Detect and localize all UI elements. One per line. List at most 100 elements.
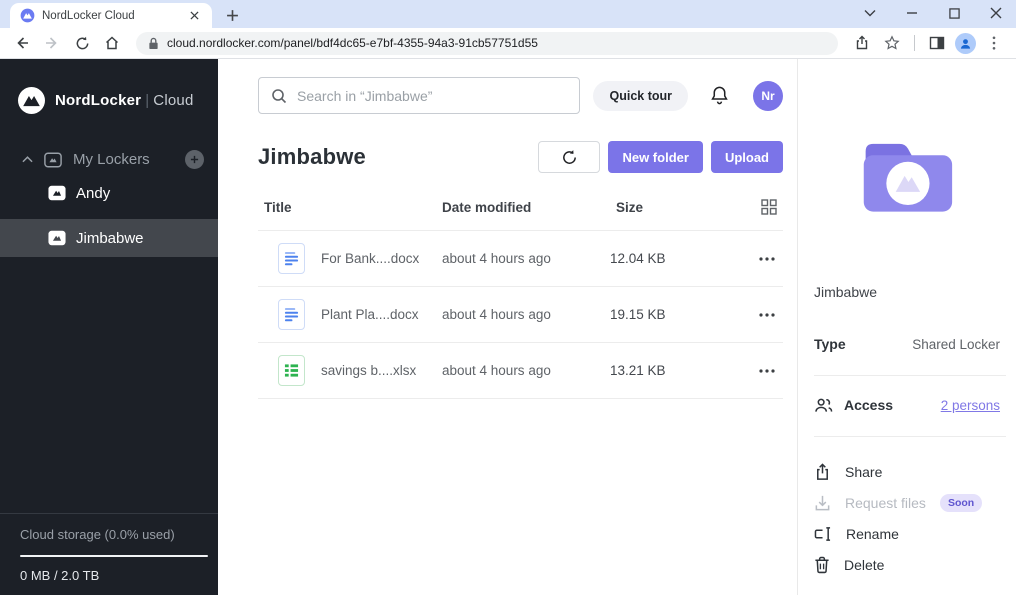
share-action-icon — [814, 462, 831, 481]
chevron-up-icon[interactable] — [22, 156, 33, 163]
search-icon — [271, 88, 287, 104]
row-menu-icon[interactable] — [743, 368, 783, 373]
grid-view-icon[interactable] — [743, 199, 783, 215]
bookmark-star-icon[interactable] — [880, 31, 904, 55]
column-size[interactable]: Size — [610, 200, 743, 215]
search-box[interactable] — [258, 77, 580, 114]
page-title: Jimbabwe — [258, 144, 366, 169]
soon-badge: Soon — [939, 493, 983, 512]
my-lockers-section[interactable]: My Lockers — [22, 150, 204, 169]
type-label: Type — [814, 336, 846, 352]
browser-tabstrip: NordLocker Cloud — [0, 0, 1016, 28]
upload-button[interactable]: Upload — [710, 141, 783, 173]
main-header: Quick tour Nr — [258, 77, 783, 114]
file-date: about 4 hours ago — [442, 307, 551, 322]
browser-window: NordLocker Cloud cloud.nordlocker.com/pa… — [0, 0, 1016, 595]
trash-icon — [814, 556, 830, 574]
add-locker-button[interactable] — [185, 150, 204, 169]
sidebar: NordLocker | Cloud My Lockers Andy Jimba… — [0, 59, 218, 595]
title-row: Jimbabwe New folder Upload — [258, 141, 783, 173]
storage-usage: 0 MB / 2.0 TB — [20, 568, 100, 583]
new-tab-button[interactable] — [220, 3, 244, 27]
nordlocker-logo-icon — [18, 87, 45, 114]
locker-folder-icon — [798, 127, 1016, 221]
locker-name: Andy — [76, 184, 111, 202]
locker-name: Jimbabwe — [76, 229, 144, 247]
access-row: Access 2 persons — [814, 397, 1000, 413]
search-input[interactable] — [297, 87, 567, 104]
browser-tab[interactable]: NordLocker Cloud — [10, 3, 212, 28]
browser-toolbar: cloud.nordlocker.com/panel/bdf4dc65-e7bf… — [0, 28, 1016, 59]
file-date: about 4 hours ago — [442, 363, 551, 378]
chrome-menu-icon[interactable] — [982, 31, 1006, 55]
locker-icon — [48, 185, 66, 201]
row-menu-icon[interactable] — [743, 256, 783, 261]
back-icon[interactable] — [10, 31, 34, 55]
forward-icon[interactable] — [40, 31, 64, 55]
actions-list: Share Request files Soon Rename Delete — [814, 456, 1000, 580]
reload-icon[interactable] — [70, 31, 94, 55]
lock-icon — [148, 37, 159, 50]
column-date-modified[interactable]: Date modified — [436, 200, 610, 215]
main-content: Quick tour Nr Jimbabwe New folder Upload… — [218, 59, 797, 595]
column-title[interactable]: Title — [258, 200, 436, 215]
table-row[interactable]: Plant Pla....docx about 4 hours ago 19.1… — [258, 287, 783, 343]
file-size: 19.15 KB — [610, 307, 666, 322]
request-files-icon — [814, 494, 831, 512]
window-controls — [860, 3, 1006, 23]
access-label: Access — [844, 397, 894, 413]
notifications-bell-icon[interactable] — [710, 85, 729, 106]
file-size: 13.21 KB — [610, 363, 666, 378]
new-folder-button[interactable]: New folder — [608, 141, 703, 173]
locker-outline-icon — [44, 152, 62, 168]
my-lockers-label: My Lockers — [73, 151, 150, 168]
file-name: Plant Pla....docx — [321, 307, 419, 322]
refresh-button[interactable] — [538, 141, 601, 173]
url-text: cloud.nordlocker.com/panel/bdf4dc65-e7bf… — [167, 36, 538, 50]
window-chevron-icon[interactable] — [860, 3, 880, 23]
type-value: Shared Locker — [912, 336, 1000, 352]
chrome-profile-icon[interactable] — [955, 32, 976, 54]
quick-tour-button[interactable]: Quick tour — [593, 80, 688, 111]
brand-text: NordLocker | Cloud — [55, 92, 194, 109]
storage-label: Cloud storage (0.0% used) — [20, 527, 175, 542]
sidebar-item-jimbabwe[interactable]: Jimbabwe — [0, 219, 218, 257]
nordlocker-brand: NordLocker | Cloud — [18, 87, 218, 114]
share-action[interactable]: Share — [814, 456, 1000, 487]
home-icon[interactable] — [100, 31, 124, 55]
rename-label: Rename — [846, 525, 899, 542]
xlsx-file-icon — [278, 355, 305, 386]
people-icon — [814, 397, 833, 413]
docx-file-icon — [278, 243, 305, 274]
window-minimize-icon[interactable] — [902, 3, 922, 23]
request-files-action: Request files Soon — [814, 487, 1000, 518]
divider — [814, 436, 1006, 437]
nordlocker-favicon-icon — [20, 8, 35, 23]
table-row[interactable]: For Bank....docx about 4 hours ago 12.04… — [258, 231, 783, 287]
file-name: For Bank....docx — [321, 251, 420, 266]
row-menu-icon[interactable] — [743, 312, 783, 317]
delete-action[interactable]: Delete — [814, 549, 1000, 580]
side-panel-icon[interactable] — [925, 31, 949, 55]
file-name: savings b....xlsx — [321, 363, 417, 378]
table-row[interactable]: savings b....xlsx about 4 hours ago 13.2… — [258, 343, 783, 399]
window-maximize-icon[interactable] — [944, 3, 964, 23]
table-header: Title Date modified Size — [258, 199, 783, 231]
user-avatar[interactable]: Nr — [753, 80, 783, 111]
url-bar[interactable]: cloud.nordlocker.com/panel/bdf4dc65-e7bf… — [136, 31, 838, 55]
rename-icon — [814, 526, 832, 542]
locker-icon — [48, 230, 66, 246]
share-label: Share — [845, 463, 883, 480]
storage-progress-bar — [20, 555, 208, 557]
details-panel: Jimbabwe Type Shared Locker Access 2 per… — [797, 59, 1016, 595]
window-close-icon[interactable] — [986, 3, 1006, 23]
rename-action[interactable]: Rename — [814, 518, 1000, 549]
type-row: Type Shared Locker — [814, 336, 1000, 352]
locker-name-label: Jimbabwe — [814, 284, 878, 300]
sidebar-item-andy[interactable]: Andy — [0, 175, 218, 211]
delete-label: Delete — [844, 556, 885, 573]
file-date: about 4 hours ago — [442, 251, 551, 266]
share-icon[interactable] — [850, 31, 874, 55]
tab-close-icon[interactable] — [186, 8, 202, 24]
access-persons-link[interactable]: 2 persons — [941, 398, 1000, 413]
